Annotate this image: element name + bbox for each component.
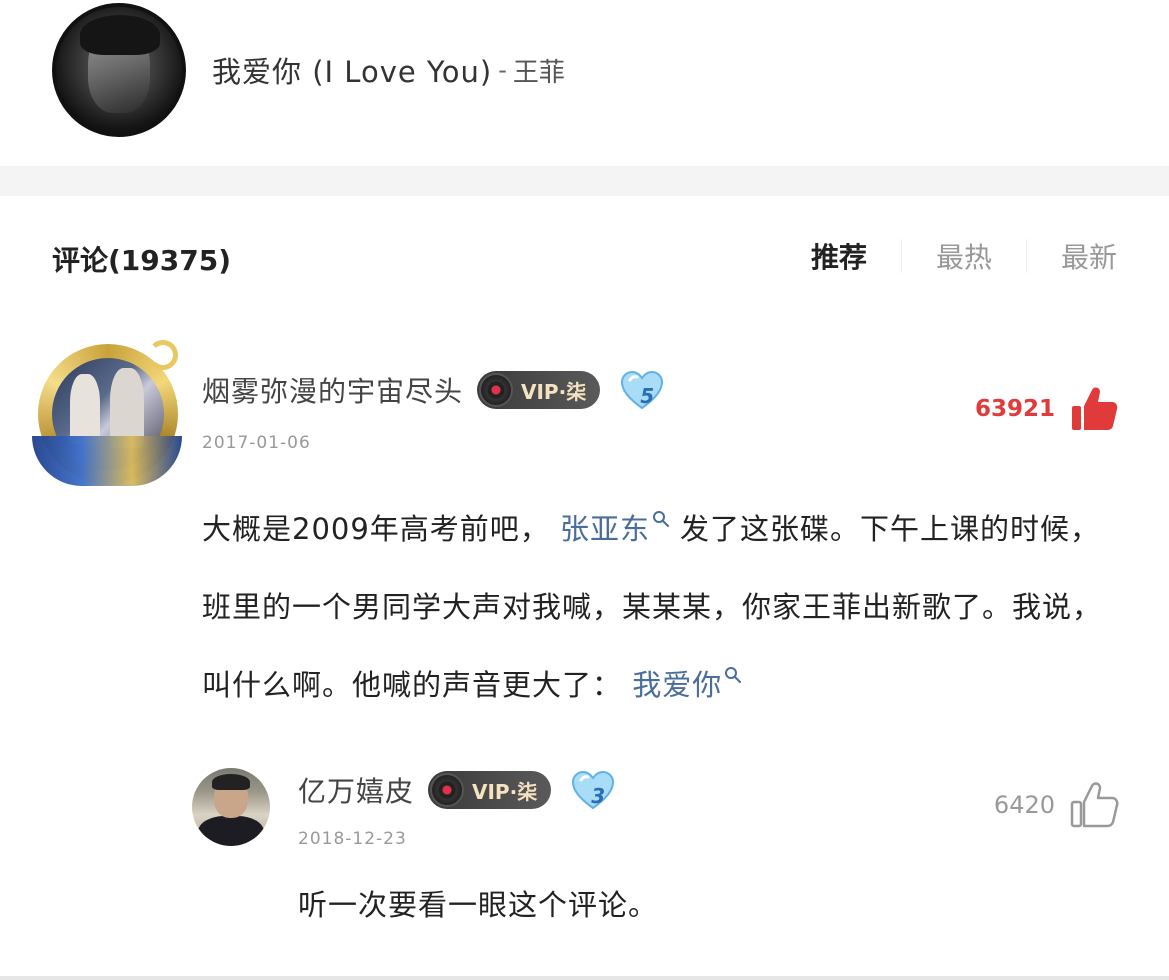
section-divider — [0, 166, 1169, 196]
vinyl-disc-icon — [479, 373, 514, 407]
comment-item: 烟雾弥漫的宇宙尽头 VIP·柒 5 2017-01-06 63921 大概是20… — [0, 336, 1169, 736]
tab-hottest[interactable]: 最热 — [902, 236, 1026, 276]
reply-user-row: 亿万嬉皮 VIP·柒 3 — [298, 766, 621, 814]
avatar[interactable] — [192, 768, 270, 846]
vip-label: VIP·柒 — [472, 779, 538, 804]
username[interactable]: 亿万嬉皮 — [298, 770, 414, 810]
level-number: 3 — [591, 784, 606, 808]
like-count: 6420 — [993, 791, 1055, 819]
thumbs-up-filled-icon — [1072, 387, 1118, 430]
vinyl-disc-icon — [430, 773, 465, 807]
vip-badge[interactable]: VIP·柒 — [428, 771, 552, 809]
title-separator: - — [498, 56, 507, 84]
moon-icon — [148, 340, 178, 370]
reply-date: 2018-12-23 — [298, 829, 407, 849]
search-icon[interactable] — [652, 510, 670, 528]
level-badge[interactable]: 3 — [565, 766, 621, 814]
song-title-row[interactable]: 我爱你 (I Love You) - 王菲 — [212, 52, 565, 89]
level-badge[interactable]: 5 — [614, 366, 670, 414]
thumbs-up-outline-icon — [1070, 782, 1119, 828]
sort-tabs: 推荐 最热 最新 — [777, 236, 1117, 276]
linked-keyword[interactable]: 我爱你 — [632, 668, 722, 702]
comments-header: 评论(19375) 推荐 最热 最新 — [0, 196, 1169, 316]
linked-keyword[interactable]: 张亚东 — [560, 512, 650, 546]
tab-newest[interactable]: 最新 — [1027, 236, 1117, 276]
song-artist: 王菲 — [512, 57, 565, 88]
like-count: 63921 — [974, 396, 1055, 422]
album-cover-image[interactable] — [52, 3, 186, 137]
song-title: 我爱你 (I Love You) — [212, 55, 493, 89]
bottom-divider — [0, 976, 1169, 980]
like-button[interactable]: 6420 — [994, 780, 1119, 830]
level-number: 5 — [640, 384, 655, 408]
avatar-body — [198, 816, 264, 846]
search-icon[interactable] — [724, 666, 742, 684]
comments-count-title: 评论(19375) — [52, 244, 232, 277]
tab-recommended[interactable]: 推荐 — [777, 236, 901, 276]
comment-text: 大概是2009年高考前吧， 张亚东 发了这张碟。下午上课的时候，班里的一个男同学大… — [202, 490, 1107, 724]
comment-date: 2017-01-06 — [202, 433, 311, 453]
comment-text-part: 大概是2009年高考前吧， — [202, 512, 550, 546]
avatar-hair — [212, 774, 250, 790]
reply-text: 听一次要看一眼这个评论。 — [298, 888, 659, 922]
song-header: 我爱你 (I Love You) - 王菲 — [0, 0, 1169, 166]
vip-badge[interactable]: VIP·柒 — [477, 371, 601, 409]
like-button[interactable]: 63921 — [975, 384, 1119, 434]
username[interactable]: 烟雾弥漫的宇宙尽头 — [202, 370, 463, 410]
cover-hair — [80, 15, 160, 55]
vip-label: VIP·柒 — [521, 379, 587, 404]
avatar[interactable] — [30, 336, 190, 496]
avatar-frame-wave — [32, 436, 182, 486]
comment-user-row: 烟雾弥漫的宇宙尽头 VIP·柒 5 — [202, 366, 670, 414]
reply-item: 亿万嬉皮 VIP·柒 3 2018-12-23 6420 听一次要看一眼这个评论… — [0, 760, 1169, 960]
avatar-figure — [70, 374, 100, 444]
